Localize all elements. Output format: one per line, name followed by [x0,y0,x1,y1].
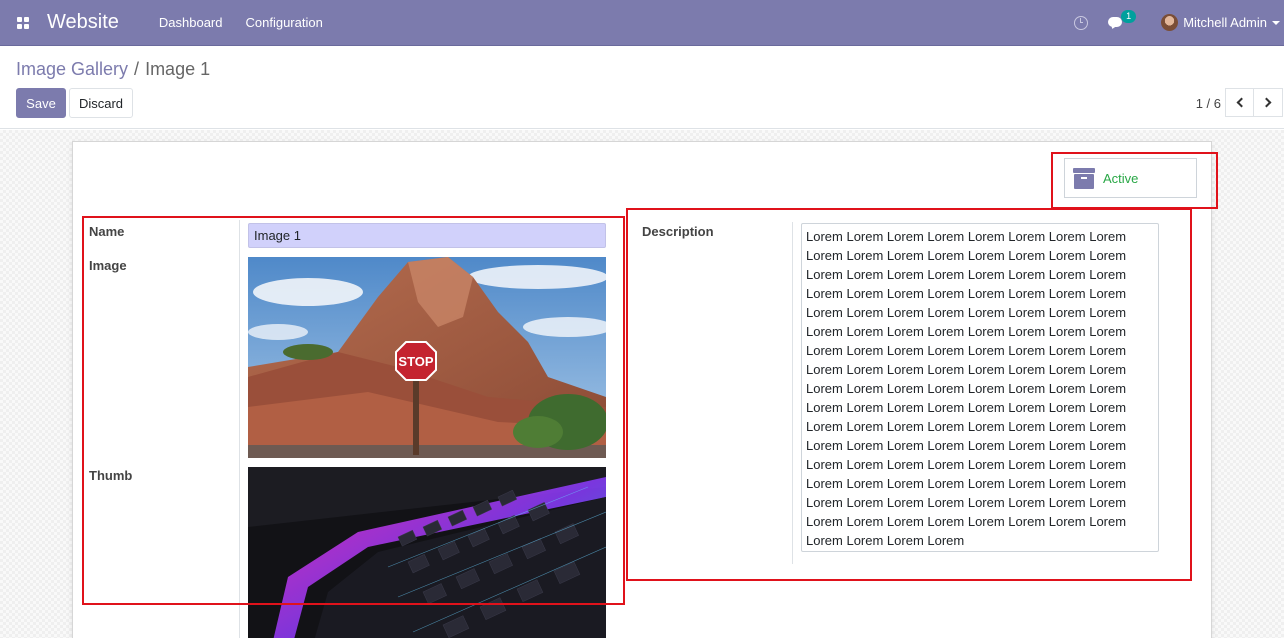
menu-configuration[interactable]: Configuration [246,15,323,30]
chevron-right-icon [1261,97,1272,108]
breadcrumb-image-gallery[interactable]: Image Gallery [16,59,128,80]
form-view-background: Active Name Image Thumb Image 1 STOP Des… [0,130,1284,638]
pager-value[interactable]: 1 / 6 [1196,96,1221,111]
highlight-active-button [1051,152,1218,209]
user-name[interactable]: Mitchell Admin [1183,15,1267,30]
caret-down-icon[interactable] [1272,20,1280,25]
chat-icon [1108,16,1123,27]
apps-menu-icon[interactable] [0,0,46,46]
activity-clock-icon[interactable] [1074,15,1089,30]
pager-previous-button[interactable] [1225,88,1254,117]
form-sheet: Active Name Image Thumb Image 1 STOP Des… [72,141,1218,638]
avatar[interactable] [1161,14,1179,31]
top-navbar: Website Dashboard Configuration 1 Mitche… [0,0,1284,46]
menu-dashboard[interactable]: Dashboard [159,15,223,30]
app-title[interactable]: Website [47,11,119,34]
highlight-left-group [82,216,625,605]
chevron-left-icon [1236,97,1246,108]
discard-button[interactable]: Discard [69,88,133,118]
control-panel: Image Gallery / Image 1 Save Discard 1 /… [0,46,1284,129]
highlight-description-group [626,208,1192,581]
breadcrumb: Image Gallery / Image 1 [16,59,210,80]
messaging-menu[interactable]: 1 [1108,9,1137,33]
message-count-badge: 1 [1121,9,1137,23]
breadcrumb-current: Image 1 [145,59,211,79]
pager-next-button[interactable] [1254,88,1283,117]
save-button[interactable]: Save [16,88,66,118]
breadcrumb-separator: / [134,59,140,79]
